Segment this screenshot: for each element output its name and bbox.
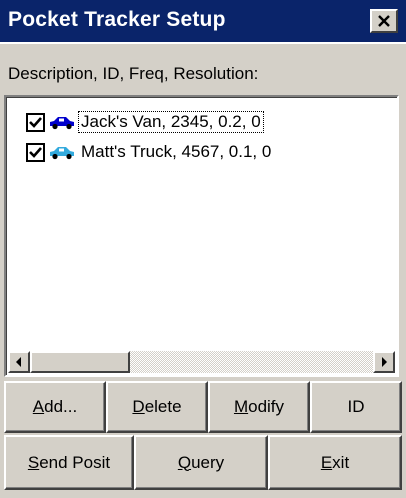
item-checkbox[interactable]	[26, 142, 45, 162]
id-button[interactable]: ID	[310, 381, 402, 433]
exit-mnemonic: E	[320, 452, 333, 472]
list-item[interactable]: Jack's Van, 2345, 0.2, 0	[26, 109, 264, 135]
truck-icon	[50, 147, 74, 160]
checkmark-icon	[29, 146, 42, 158]
close-button[interactable]	[370, 9, 398, 33]
title-bar: Pocket Tracker Setup	[0, 0, 406, 44]
add-label: dd...	[44, 397, 78, 416]
van-icon	[50, 117, 74, 130]
query-button[interactable]: Query	[134, 435, 268, 490]
send-posit-mnemonic: S	[27, 452, 40, 472]
modify-button[interactable]: Modify	[208, 381, 310, 433]
delete-mnemonic: D	[132, 397, 145, 416]
send-posit-label: end Posit	[39, 452, 111, 472]
item-label: Jack's Van, 2345, 0.2, 0	[78, 111, 264, 133]
list-item[interactable]: Matt's Truck, 4567, 0.1, 0	[26, 139, 274, 165]
exit-button[interactable]: Exit	[268, 435, 402, 490]
delete-button[interactable]: Delete	[106, 381, 208, 433]
arrow-left-icon	[16, 357, 21, 367]
add-mnemonic: A	[32, 397, 45, 416]
scroll-left-button[interactable]	[8, 351, 30, 373]
id-label: ID	[347, 397, 365, 416]
item-checkbox[interactable]	[26, 112, 45, 132]
list-header-label: Description, ID, Freq, Resolution:	[8, 64, 259, 83]
modify-mnemonic: M	[233, 397, 249, 416]
scroll-right-button[interactable]	[373, 351, 395, 373]
exit-label: xit	[332, 452, 350, 472]
scroll-thumb[interactable]	[30, 351, 130, 373]
modify-label: odify	[248, 397, 285, 416]
item-label: Matt's Truck, 4567, 0.1, 0	[81, 142, 272, 161]
checkmark-icon	[29, 116, 42, 128]
add-button[interactable]: Add...	[4, 381, 106, 433]
delete-label: elete	[144, 397, 182, 416]
close-icon	[378, 15, 390, 27]
vehicle-listbox[interactable]: Jack's Van, 2345, 0.2, 0 Matt's Truck, 4…	[4, 95, 399, 377]
window-title: Pocket Tracker Setup	[8, 8, 226, 31]
query-mnemonic: Q	[177, 452, 192, 472]
query-label: uery	[191, 452, 225, 472]
arrow-right-icon	[382, 357, 387, 367]
horizontal-scrollbar[interactable]	[8, 351, 395, 373]
send-posit-button[interactable]: Send Posit	[4, 435, 134, 490]
